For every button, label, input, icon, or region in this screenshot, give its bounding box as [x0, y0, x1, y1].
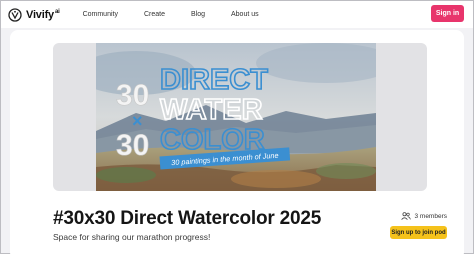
- logo[interactable]: Vivifyai: [8, 7, 60, 22]
- nav-create[interactable]: Create: [144, 11, 165, 18]
- nav-links: Community Create Blog About us: [83, 11, 285, 18]
- pod-title: #30x30 Direct Watercolor 2025: [53, 208, 322, 229]
- sign-in-button[interactable]: Sign in: [431, 5, 464, 22]
- banner-times: ×: [132, 111, 143, 131]
- members-count[interactable]: 3 members: [401, 212, 447, 220]
- banner-number-bottom: 30: [116, 129, 149, 162]
- banner-line-water: WATER: [160, 94, 263, 126]
- nav-blog[interactable]: Blog: [191, 11, 205, 18]
- join-pod-button[interactable]: Sign up to join pod: [390, 226, 447, 239]
- banner-frame: 30 × 30 DIRECT WATER COLOR 30 paintings …: [53, 43, 427, 191]
- pod-card: 30 × 30 DIRECT WATER COLOR 30 paintings …: [10, 30, 464, 254]
- top-navbar: Vivifyai Community Create Blog About us …: [1, 1, 473, 28]
- banner-line-direct: DIRECT: [160, 64, 268, 96]
- banner-number-top: 30: [116, 79, 149, 112]
- pod-description: Space for sharing our marathon progress!: [53, 232, 211, 242]
- vivify-logo-icon: [8, 7, 22, 22]
- members-icon: [401, 212, 412, 220]
- nav-community[interactable]: Community: [83, 11, 118, 18]
- members-label: 3 members: [414, 212, 447, 220]
- logo-text: Vivifyai: [26, 8, 60, 21]
- banner-image: 30 × 30 DIRECT WATER COLOR 30 paintings …: [96, 43, 376, 191]
- nav-about-us[interactable]: About us: [231, 11, 259, 18]
